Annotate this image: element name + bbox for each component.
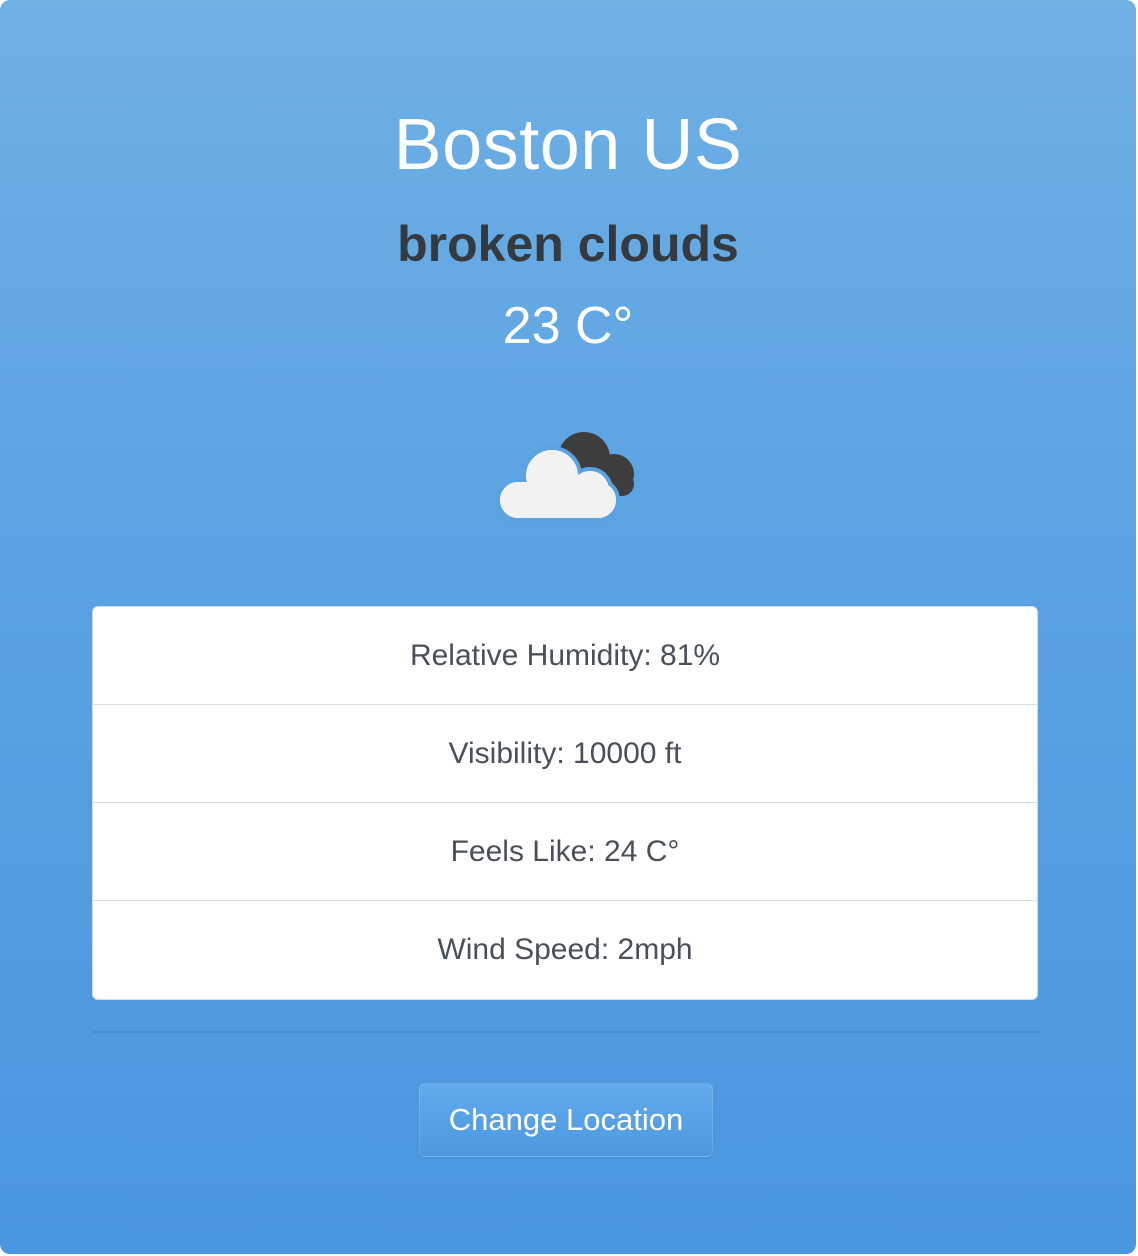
humidity-row: Relative Humidity: 81%: [93, 607, 1037, 705]
weather-details-list: Relative Humidity: 81% Visibility: 10000…: [92, 606, 1038, 1000]
change-location-button[interactable]: Change Location: [419, 1083, 713, 1157]
weather-card: Boston US broken clouds 23 C° Relative H…: [0, 0, 1136, 1254]
temperature-value: 23 C°: [502, 297, 634, 355]
broken-clouds-icon: [496, 432, 634, 522]
feels-like-row: Feels Like: 24 C°: [93, 803, 1037, 901]
visibility-row: Visibility: 10000 ft: [93, 705, 1037, 803]
city-title: Boston US: [393, 105, 743, 185]
weather-description: broken clouds: [397, 216, 739, 272]
divider: [92, 1031, 1040, 1033]
wind-speed-row: Wind Speed: 2mph: [437, 933, 693, 966]
